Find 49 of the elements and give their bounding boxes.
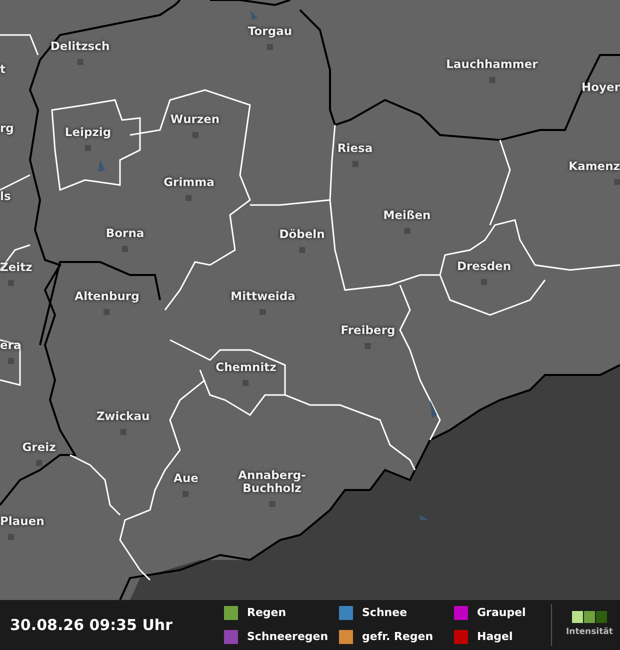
legend-label: Schnee [362, 605, 408, 621]
city-label: Zwickau [96, 410, 150, 423]
city-label: Wurzen [170, 113, 220, 126]
city-label: Mittweida [230, 290, 296, 303]
city-label: rg [0, 122, 14, 135]
city-marker-icon [8, 534, 14, 540]
legend-label: Hagel [477, 628, 513, 644]
city-marker-icon [8, 358, 14, 364]
city-label: Leipzig [64, 126, 112, 139]
intensity-label: Intensität [566, 626, 613, 639]
legend-label: Regen [247, 605, 286, 621]
city-label: ls [0, 190, 11, 203]
city-label: Delitzsch [50, 40, 110, 53]
city-label: t [0, 63, 6, 76]
city-label: Plauen [0, 515, 44, 528]
city-label: Chemnitz [216, 361, 276, 374]
city-label: Riesa [337, 142, 373, 155]
city-label: Kamenz [568, 160, 620, 173]
city-label: Torgau [248, 25, 292, 38]
city-marker-icon [77, 59, 83, 65]
city-label: Dresden [456, 260, 512, 273]
intensity-scale-icon [572, 611, 607, 624]
legend-label: Schneeregen [247, 628, 328, 644]
city-marker-icon [614, 179, 620, 185]
city-label: Grimma [164, 176, 214, 189]
city-marker-icon [85, 145, 91, 151]
city-marker-icon [104, 309, 110, 315]
city-marker-icon [269, 501, 275, 507]
city-marker-icon [186, 195, 192, 201]
city-marker-icon [8, 280, 14, 286]
city-label: Lauchhammer [446, 58, 538, 71]
city-label: Greiz [22, 441, 56, 454]
timestamp: 30.08.26 09:35 Uhr [10, 614, 174, 636]
city-marker-icon [481, 279, 487, 285]
city-label: Aue [174, 472, 198, 485]
legend-label: Graupel [477, 605, 526, 621]
city-label: Annaberg- Buchholz [238, 469, 306, 495]
city-label: Döbeln [279, 228, 325, 241]
city-marker-icon [122, 246, 128, 252]
city-marker-icon [267, 44, 273, 50]
city-label: Meißen [383, 209, 431, 222]
city-label: Freiberg [340, 324, 396, 337]
legend-label: gefr. Regen [362, 628, 434, 644]
city-label: Altenburg [74, 290, 140, 303]
city-marker-icon [183, 491, 189, 497]
city-marker-icon [260, 309, 266, 315]
city-marker-icon [243, 380, 249, 386]
city-label: Borna [106, 227, 144, 240]
city-marker-icon [365, 343, 371, 349]
